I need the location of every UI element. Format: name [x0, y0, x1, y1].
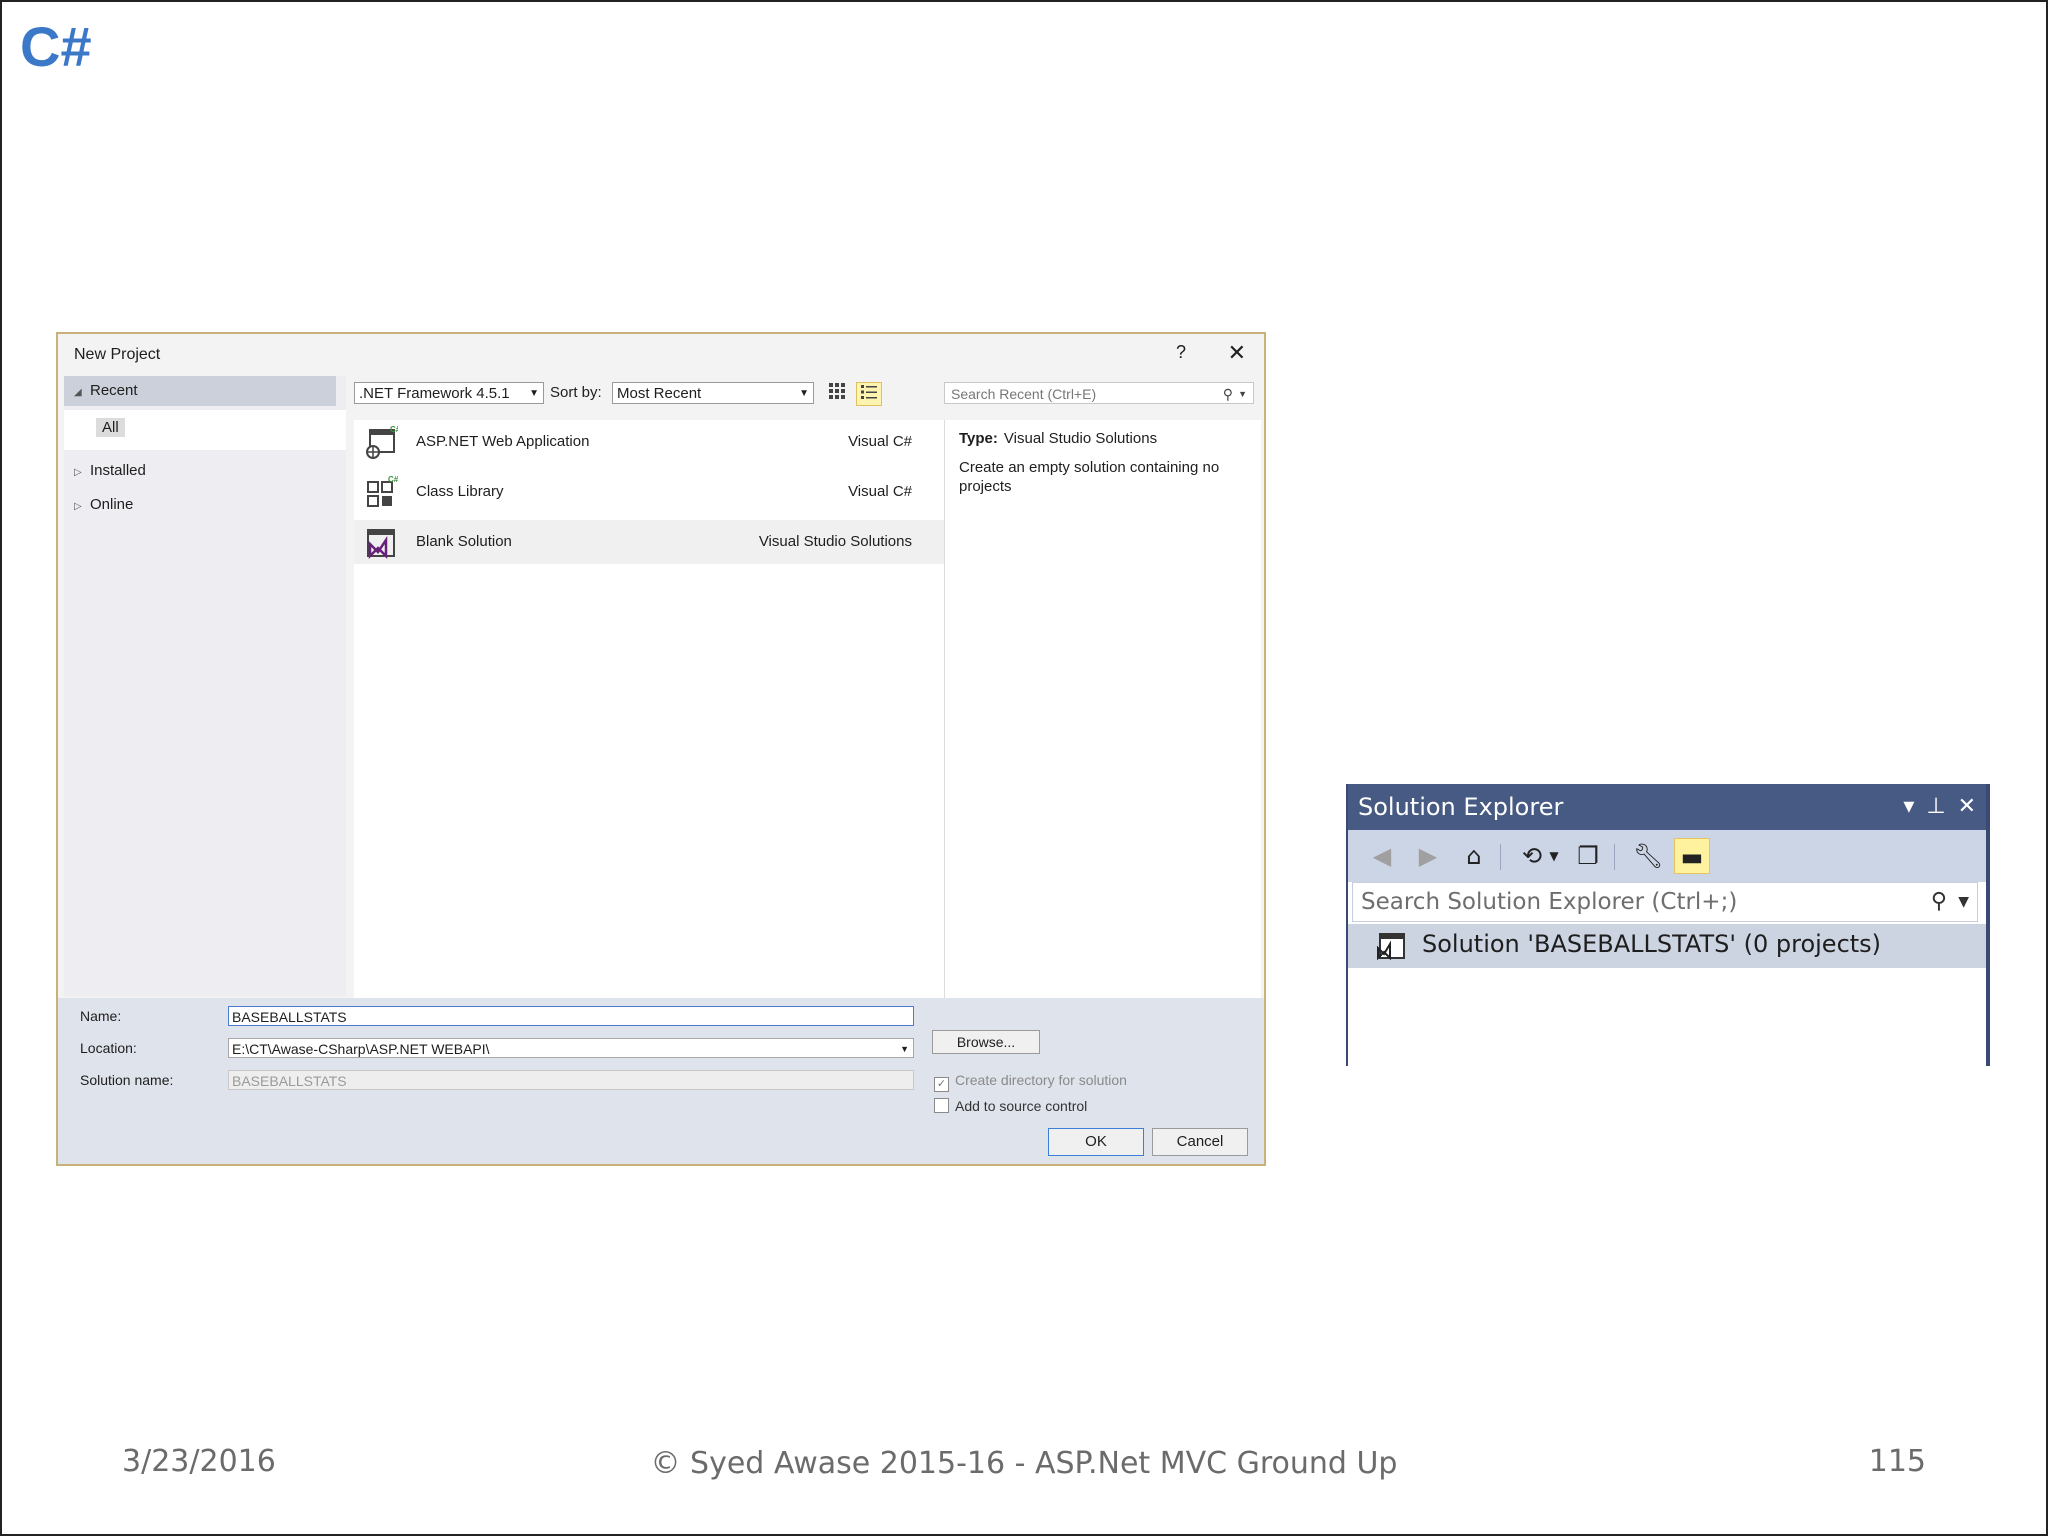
checkmark-icon: ✓: [934, 1077, 949, 1092]
chevron-down-icon: ▼: [799, 388, 809, 399]
solution-name-field[interactable]: BASEBALLSTATS: [228, 1070, 914, 1090]
solution-tree-item[interactable]: Solution 'BASEBALLSTATS' (0 projects): [1348, 924, 1986, 968]
checkbox-icon: [934, 1098, 949, 1113]
list-item[interactable]: C# ASP.NET Web Application Visual C#: [354, 420, 948, 464]
home-icon[interactable]: ⌂: [1456, 838, 1492, 874]
solution-explorer-title-bar: Solution Explorer ▾ ⊥ ✕: [1348, 784, 1986, 830]
solution-name-label: Solution name:: [80, 1072, 174, 1088]
solution-item-label: Solution 'BASEBALLSTATS' (0 projects): [1422, 930, 1882, 958]
sort-by-select[interactable]: Most Recent ▼: [612, 382, 814, 404]
name-value: BASEBALLSTATS: [232, 1009, 347, 1025]
template-name: ASP.NET Web Application: [416, 433, 590, 450]
template-name: Class Library: [416, 483, 504, 500]
sort-by-label: Sort by:: [550, 384, 602, 401]
close-button[interactable]: ✕: [1228, 340, 1246, 366]
list-item[interactable]: Blank Solution Visual Studio Solutions: [354, 520, 948, 564]
create-directory-checkbox[interactable]: ✓ Create directory for solution: [934, 1072, 1127, 1092]
chevron-down-icon: ▼: [1958, 894, 1969, 910]
template-language: Visual Studio Solutions: [758, 533, 912, 550]
tree-item-label: Installed: [90, 462, 146, 479]
template-language: Visual C#: [848, 483, 912, 500]
chevron-down-icon[interactable]: ▼: [1544, 838, 1564, 874]
search-placeholder: Search Solution Explorer (Ctrl+;): [1361, 889, 1738, 915]
forward-icon[interactable]: ▶: [1410, 838, 1446, 874]
tree-item-recent[interactable]: ◢ Recent: [64, 376, 336, 406]
tree-row-all: All: [64, 410, 346, 450]
type-value: Visual Studio Solutions: [1003, 430, 1158, 447]
new-project-dialog: New Project ? ✕ ◢ Recent All ▷ Installed ▷…: [56, 332, 1266, 1166]
pin-icon[interactable]: ⊥: [1926, 794, 1945, 819]
tree-item-label: Online: [90, 496, 134, 513]
expanded-triangle-icon: ◢: [74, 387, 82, 398]
template-type: Type: Visual Studio Solutions: [959, 430, 1157, 447]
location-value: E:\CT\Awase-CSharp\ASP.NET WEBAPI\: [232, 1041, 490, 1057]
location-label: Location:: [80, 1040, 137, 1056]
name-field[interactable]: BASEBALLSTATS: [228, 1006, 914, 1026]
solution-explorer-panel: Solution Explorer ▾ ⊥ ✕ ◀ ▶ ⌂ ⟲ ▼ ❐ 🔧︎ ▬ S…: [1346, 784, 1990, 1066]
solution-explorer-search-input[interactable]: Search Solution Explorer (Ctrl+;) ⚲ ▼: [1352, 882, 1978, 922]
web-application-icon: C#: [366, 426, 398, 459]
collapsed-triangle-icon: ▷: [74, 501, 82, 512]
template-info-pane: Type: Visual Studio Solutions Create an e…: [944, 420, 1261, 1000]
title-bar-buttons: ▾ ⊥ ✕: [1891, 784, 1976, 830]
chevron-down-icon: ▼: [1238, 389, 1247, 399]
solution-explorer-title: Solution Explorer: [1358, 793, 1564, 821]
footer-copyright: © Syed Awase 2015-16 - ASP.Net MVC Groun…: [650, 1446, 1398, 1481]
name-label: Name:: [80, 1008, 122, 1024]
page-number: 115: [1868, 1444, 1926, 1479]
template-list: C# ASP.NET Web Application Visual C# C# …: [354, 420, 948, 1000]
svg-text:C#: C#: [390, 426, 398, 434]
source-control-checkbox[interactable]: Add to source control: [934, 1098, 1087, 1114]
list-item[interactable]: C# Class Library Visual C#: [354, 470, 948, 514]
framework-value: .NET Framework 4.5.1: [359, 385, 510, 402]
dropdown-icon[interactable]: ▾: [1903, 794, 1914, 819]
toolbar-separator: [1614, 844, 1615, 870]
tree-item-all[interactable]: All: [96, 418, 125, 437]
tree-item-installed[interactable]: ▷ Installed: [74, 456, 146, 486]
tree-item-online[interactable]: ▷ Online: [74, 490, 133, 520]
solution-icon: [1377, 933, 1405, 960]
class-library-icon: C#: [367, 476, 398, 507]
collapsed-triangle-icon: ▷: [74, 467, 82, 478]
close-icon[interactable]: ✕: [1958, 794, 1976, 819]
collapse-all-icon[interactable]: ❐: [1570, 838, 1606, 874]
type-label: Type:: [959, 430, 998, 447]
search-recent-input[interactable]: Search Recent (Ctrl+E) ⚲ ▼: [944, 382, 1254, 404]
source-control-label: Add to source control: [955, 1098, 1088, 1114]
create-directory-label: Create directory for solution: [955, 1072, 1127, 1088]
template-description: Create an empty solution containing no p…: [959, 459, 1220, 495]
search-icon: ⚲: [1930, 889, 1947, 914]
browse-button[interactable]: Browse...: [932, 1030, 1040, 1054]
solution-name-value: BASEBALLSTATS: [232, 1073, 347, 1089]
blank-solution-icon: [367, 529, 395, 560]
search-icon: ⚲: [1222, 386, 1233, 402]
project-form: Name: BASEBALLSTATS Location: E:\CT\Awas…: [58, 998, 1264, 1164]
slide-title: C#: [20, 15, 92, 78]
template-toolbar: .NET Framework 4.5.1 ▼ Sort by: Most Rec…: [354, 382, 974, 408]
back-icon[interactable]: ◀: [1364, 838, 1400, 874]
cancel-button[interactable]: Cancel: [1152, 1128, 1248, 1156]
dialog-title: New Project: [74, 346, 161, 363]
ok-button[interactable]: OK: [1048, 1128, 1144, 1156]
template-tree: ◢ Recent All ▷ Installed ▷ Online: [64, 376, 346, 996]
grid-view-icon[interactable]: [824, 382, 850, 406]
svg-text:C#: C#: [388, 476, 398, 484]
framework-select[interactable]: .NET Framework 4.5.1 ▼: [354, 382, 544, 404]
template-name: Blank Solution: [416, 533, 512, 550]
sort-by-value: Most Recent: [617, 385, 702, 402]
solution-explorer-toolbar: ◀ ▶ ⌂ ⟲ ▼ ❐ 🔧︎ ▬: [1348, 830, 1986, 882]
template-language: Visual C#: [848, 433, 912, 450]
list-view-icon[interactable]: [856, 382, 882, 406]
chevron-down-icon: ▼: [529, 388, 539, 399]
search-placeholder: Search Recent (Ctrl+E): [951, 386, 1097, 402]
help-button[interactable]: ?: [1176, 342, 1186, 363]
sync-toggle-icon[interactable]: ▬: [1674, 838, 1710, 874]
toolbar-separator: [1500, 844, 1501, 870]
properties-wrench-icon[interactable]: 🔧︎: [1630, 838, 1666, 874]
tree-item-label: Recent: [90, 382, 138, 399]
location-field[interactable]: E:\CT\Awase-CSharp\ASP.NET WEBAPI\ ▼: [228, 1038, 914, 1058]
chevron-down-icon: ▼: [900, 1044, 909, 1054]
